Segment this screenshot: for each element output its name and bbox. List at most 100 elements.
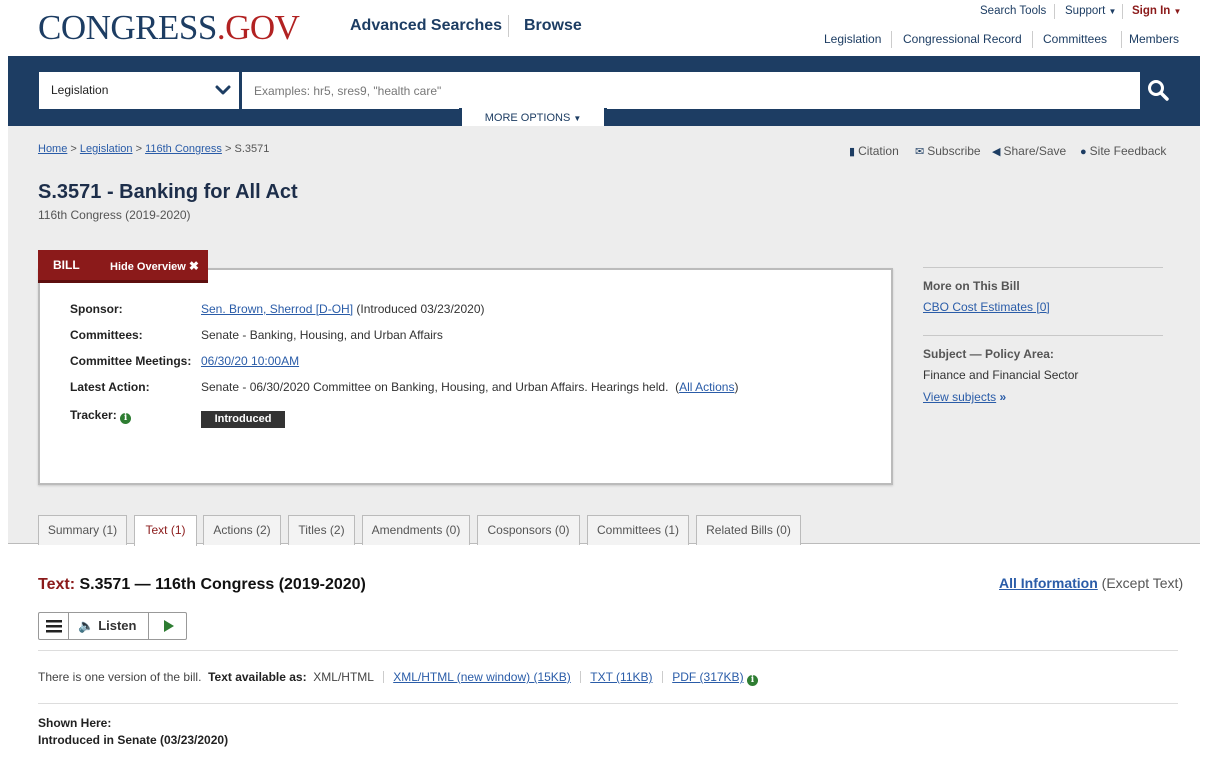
caret-down-icon: ▼ [1108,7,1117,16]
support-menu[interactable]: Support ▼ [1065,5,1116,17]
bill-tab: BILL Hide Overview ✖ [38,250,208,283]
search-scope-select[interactable]: Legislation [39,72,242,109]
comment-icon: ● [1080,146,1087,158]
header-link-members[interactable]: Members [1129,32,1179,46]
divider [1121,31,1122,48]
chevron-down-icon: ▼ [573,114,582,123]
share-save-tool[interactable]: ◀ Share/Save [992,144,1066,158]
tab-amendments[interactable]: Amendments (0) [362,515,470,545]
divider [1032,31,1033,48]
search-tools-link[interactable]: Search Tools [980,5,1046,17]
policy-area-value: Finance and Financial Sector [923,368,1079,382]
sponsor-value: Sen. Brown, Sherrod [D-OH] (Introduced 0… [201,302,485,316]
format-xml-html-current: XML/HTML [313,670,374,684]
info-icon[interactable]: i [746,675,758,686]
sponsor-label: Sponsor: [70,302,123,316]
committees-value: Senate - Banking, Housing, and Urban Aff… [201,328,443,342]
all-actions-link[interactable]: All Actions [679,380,734,394]
format-txt-link[interactable]: TXT (11KB) [590,670,652,684]
view-subjects-link[interactable]: View subjects » [923,390,1006,404]
divider [923,335,1163,336]
all-information-link[interactable]: All Information [999,575,1098,591]
page-subtitle: 116th Congress (2019-2020) [38,208,191,222]
tab-actions[interactable]: Actions (2) [203,515,281,545]
committee-meetings-label: Committee Meetings: [70,354,192,368]
breadcrumb-home[interactable]: Home [38,143,67,155]
shown-here-label: Shown Here: [38,716,112,730]
shown-here-value: Introduced in Senate (03/23/2020) [38,733,229,747]
all-information-link-group: All Information (Except Text) [999,575,1184,591]
committees-label: Committees: [70,328,143,342]
search-input[interactable] [244,72,1140,109]
chevron-down-icon [215,82,231,101]
text-versions-line: There is one version of the bill. Text a… [38,670,758,686]
tab-related-bills[interactable]: Related Bills (0) [696,515,801,545]
listen-widget: 🔈 Listen [38,612,187,640]
bill-overview-section: Home > Legislation > 116th Congress > S.… [8,126,1200,546]
divider [891,31,892,48]
bill-tab-label: BILL [53,258,80,272]
hamburger-menu-icon [46,620,62,633]
header-link-congressional-record[interactable]: Congressional Record [903,32,1022,46]
header-link-legislation[interactable]: Legislation [824,32,881,46]
breadcrumb: Home > Legislation > 116th Congress > S.… [38,143,270,155]
search-button[interactable] [1140,72,1177,109]
site-feedback-tool[interactable]: ● Site Feedback [1080,144,1166,158]
double-chevron-right-icon: » [999,390,1007,404]
tab-summary[interactable]: Summary (1) [38,515,127,545]
nav-browse[interactable]: Browse [524,17,582,35]
hide-overview-button[interactable]: Hide Overview ✖ [110,259,199,273]
subject-policy-heading: Subject — Policy Area: [923,347,1054,361]
search-icon [1148,80,1169,101]
play-icon [164,620,174,632]
sign-in-menu[interactable]: Sign In ▼ [1132,5,1181,17]
tab-committees[interactable]: Committees (1) [587,515,689,545]
divider [1122,4,1123,19]
tab-text[interactable]: Text (1) [134,515,197,546]
listen-menu-button[interactable] [39,613,69,639]
cbo-cost-estimates-link[interactable]: CBO Cost Estimates [0] [923,300,1050,314]
speaker-icon: 🔈 [78,618,95,633]
citation-tool[interactable]: ▮ Citation [849,144,899,158]
shown-here-block: Shown Here: Introduced in Senate (03/23/… [38,715,228,749]
congress-gov-logo[interactable]: CONGRESS.GOV [38,8,300,48]
divider [38,650,1178,651]
search-scope-label: Legislation [51,83,109,97]
share-icon: ◀ [992,146,1001,158]
breadcrumb-current: S.3571 [234,143,270,155]
tracker-status-badge: Introduced [201,411,285,428]
search-box: Legislation [38,71,1178,110]
page-title: S.3571 - Banking for All Act [38,181,298,203]
divider [38,703,1178,704]
envelope-icon: ✉ [915,146,925,158]
tracker-label: Tracker: i [70,408,132,424]
breadcrumb-congress[interactable]: 116th Congress [145,143,222,155]
committee-meetings-value: 06/30/20 10:00AM [201,354,299,368]
bookmark-icon: ▮ [849,146,856,158]
sponsor-link[interactable]: Sen. Brown, Sherrod [D-OH] [201,302,353,316]
tab-cosponsors[interactable]: Cosponsors (0) [477,515,580,545]
divider [1054,4,1055,19]
listen-button[interactable]: 🔈 Listen [70,613,149,639]
close-icon: ✖ [188,259,199,273]
divider [923,267,1163,268]
nav-divider [508,15,509,37]
bill-overview-box: Sponsor: Sen. Brown, Sherrod [D-OH] (Int… [38,268,893,485]
site-header: CONGRESS.GOV Advanced Searches Browse Se… [8,0,1200,56]
tab-titles[interactable]: Titles (2) [288,515,355,545]
format-pdf-link[interactable]: PDF (317KB) [672,670,743,684]
subscribe-tool[interactable]: ✉ Subscribe [915,144,981,158]
committee-meeting-link[interactable]: 06/30/20 10:00AM [201,354,299,368]
latest-action-value: Senate - 06/30/2020 Committee on Banking… [201,380,739,394]
caret-down-icon: ▼ [1173,7,1182,16]
breadcrumb-legislation[interactable]: Legislation [80,143,133,155]
header-link-committees[interactable]: Committees [1043,32,1107,46]
info-icon[interactable]: i [120,413,132,424]
search-band: Legislation MORE OPTIONS ▼ [8,56,1200,132]
text-section-heading: Text: S.3571 — 116th Congress (2019-2020… [38,576,366,593]
nav-advanced-searches[interactable]: Advanced Searches [350,17,502,35]
more-on-bill-heading: More on This Bill [923,279,1020,293]
latest-action-label: Latest Action: [70,380,150,394]
play-button[interactable] [150,613,186,639]
format-xml-html-new-window-link[interactable]: XML/HTML (new window) (15KB) [393,670,571,684]
